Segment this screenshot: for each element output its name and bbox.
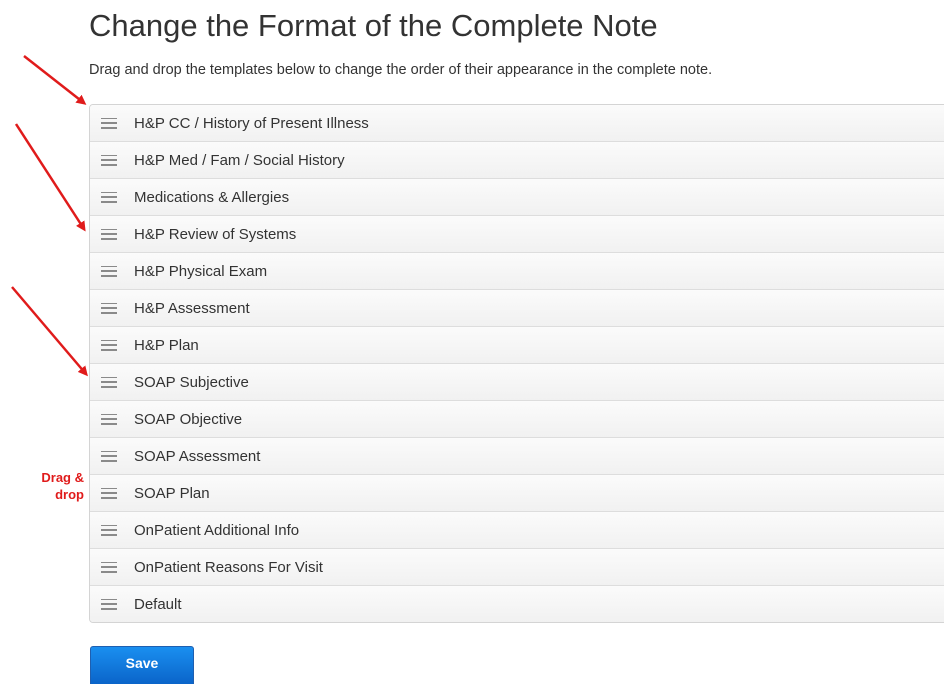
drag-handle-icon[interactable]	[101, 302, 117, 314]
drag-handle-icon[interactable]	[101, 413, 117, 425]
template-item[interactable]: Default	[90, 585, 944, 622]
red-arrow-icon	[23, 55, 87, 105]
drag-handle-icon[interactable]	[101, 117, 117, 129]
drag-drop-annotation: Drag & drop	[28, 469, 84, 503]
template-item[interactable]: SOAP Plan	[90, 474, 944, 511]
template-item[interactable]: Medications & Allergies	[90, 178, 944, 215]
template-item[interactable]: H&P Review of Systems	[90, 215, 944, 252]
template-item[interactable]: SOAP Assessment	[90, 437, 944, 474]
instructions-text: Drag and drop the templates below to cha…	[89, 62, 713, 78]
annotation-line-2: drop	[55, 487, 84, 502]
template-label: H&P Assessment	[134, 299, 250, 317]
template-item[interactable]: SOAP Objective	[90, 400, 944, 437]
drag-handle-icon[interactable]	[101, 154, 117, 166]
template-label: H&P Med / Fam / Social History	[134, 151, 345, 169]
drag-handle-icon[interactable]	[101, 561, 117, 573]
drag-handle-icon[interactable]	[101, 265, 117, 277]
template-label: SOAP Assessment	[134, 447, 261, 465]
template-item[interactable]: H&P CC / History of Present Illness	[90, 105, 944, 141]
template-label: H&P Plan	[134, 336, 199, 354]
drag-handle-icon[interactable]	[101, 339, 117, 351]
drag-handle-icon[interactable]	[101, 376, 117, 388]
template-label: OnPatient Reasons For Visit	[134, 558, 323, 576]
drag-handle-icon[interactable]	[101, 524, 117, 536]
page-title: Change the Format of the Complete Note	[89, 8, 658, 43]
template-label: Default	[134, 595, 182, 613]
template-item[interactable]: H&P Plan	[90, 326, 944, 363]
red-arrow-icon	[11, 286, 88, 377]
template-item[interactable]: OnPatient Additional Info	[90, 511, 944, 548]
template-sortable-list: H&P CC / History of Present Illness H&P …	[89, 104, 944, 623]
drag-handle-icon[interactable]	[101, 228, 117, 240]
drag-handle-icon[interactable]	[101, 450, 117, 462]
drag-handle-icon[interactable]	[101, 191, 117, 203]
template-label: SOAP Subjective	[134, 373, 249, 391]
drag-handle-icon[interactable]	[101, 598, 117, 610]
template-item[interactable]: SOAP Subjective	[90, 363, 944, 400]
template-item[interactable]: OnPatient Reasons For Visit	[90, 548, 944, 585]
template-item[interactable]: H&P Med / Fam / Social History	[90, 141, 944, 178]
template-item[interactable]: H&P Assessment	[90, 289, 944, 326]
template-label: SOAP Objective	[134, 410, 243, 428]
template-label: SOAP Plan	[134, 484, 210, 502]
drag-handle-icon[interactable]	[101, 487, 117, 499]
template-label: OnPatient Additional Info	[134, 521, 300, 539]
template-label: H&P Physical Exam	[134, 262, 268, 280]
annotation-line-1: Drag &	[41, 470, 84, 485]
template-item[interactable]: H&P Physical Exam	[90, 252, 944, 289]
template-label: Medications & Allergies	[134, 188, 290, 206]
red-arrow-icon	[14, 123, 86, 232]
template-label: H&P Review of Systems	[134, 225, 297, 243]
save-button[interactable]: Save	[90, 646, 194, 684]
template-label: H&P CC / History of Present Illness	[134, 114, 369, 132]
